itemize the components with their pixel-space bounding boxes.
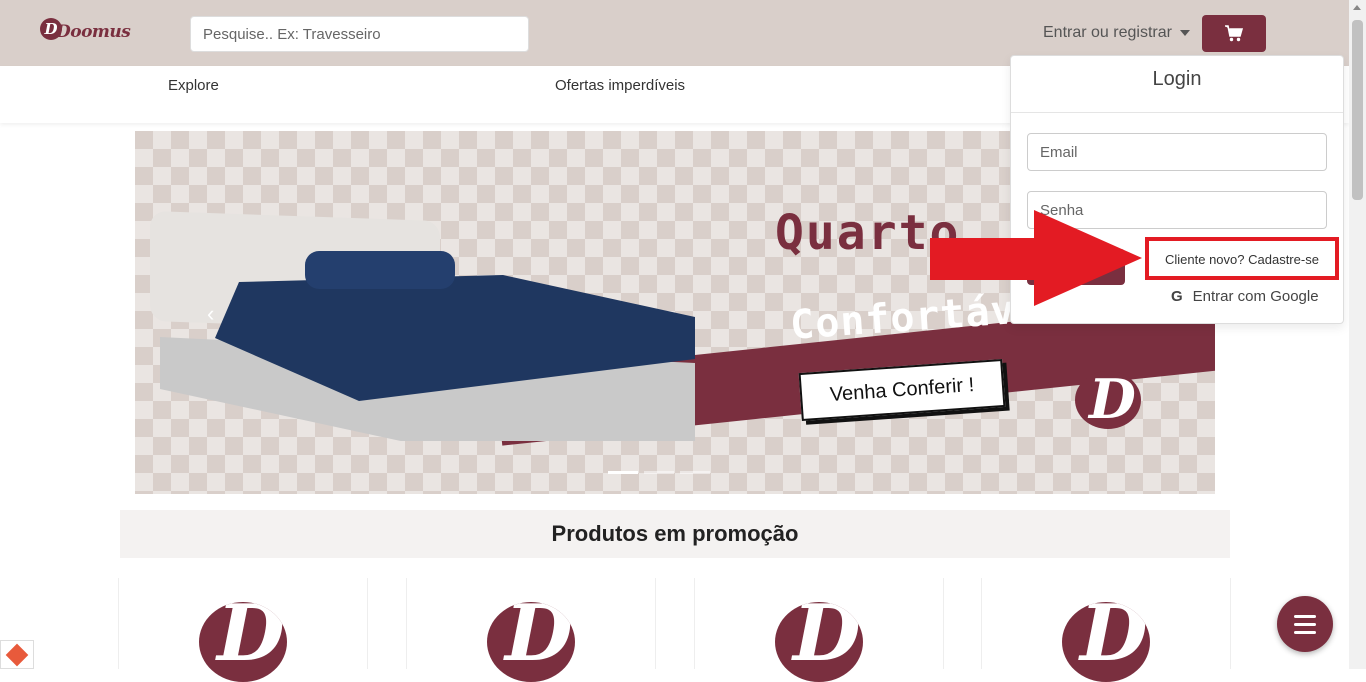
carousel-indicator[interactable] <box>608 471 638 474</box>
google-icon: G <box>1171 288 1183 305</box>
product-image: D <box>1062 602 1150 682</box>
product-card[interactable]: D <box>118 578 368 682</box>
chevron-left-icon[interactable]: ‹ <box>207 301 214 327</box>
product-card[interactable]: D <box>981 578 1231 682</box>
promo-section-title: Produtos em promoção <box>120 510 1230 558</box>
product-image: D <box>199 602 287 682</box>
scroll-up-icon[interactable] <box>1353 5 1361 10</box>
carousel-indicator[interactable] <box>680 471 710 474</box>
google-login-label: Entrar com Google <box>1192 288 1319 305</box>
menu-fab-button[interactable] <box>1277 596 1333 652</box>
product-card[interactable]: D <box>694 578 944 682</box>
product-image: D <box>487 602 575 682</box>
menu-icon <box>1294 623 1316 626</box>
logo[interactable]: D Doomus <box>40 18 131 48</box>
nav-item-ofertas[interactable]: Ofertas imperdíveis <box>555 77 685 94</box>
cart-icon <box>1225 25 1243 42</box>
carousel-indicator[interactable] <box>644 471 674 474</box>
product-image: D <box>775 602 863 682</box>
login-title: Login <box>1152 68 1202 90</box>
annotation-highlight-box <box>1145 237 1339 280</box>
menu-icon <box>1294 615 1316 618</box>
bed-image-pillow <box>305 251 455 289</box>
product-card[interactable]: D <box>406 578 656 682</box>
corner-widget[interactable] <box>0 640 34 669</box>
search-input[interactable] <box>190 16 529 52</box>
menu-icon <box>1294 631 1316 634</box>
google-login-link[interactable]: G Entrar com Google <box>1171 288 1319 305</box>
divider <box>1011 112 1343 113</box>
logo-text: Doomus <box>56 22 131 42</box>
caret-down-icon <box>1179 29 1190 36</box>
nav-item-explore[interactable]: Explore <box>168 77 219 94</box>
scrollbar[interactable] <box>1349 0 1366 669</box>
widget-icon <box>5 643 29 667</box>
cart-button[interactable] <box>1202 15 1266 52</box>
login-toggle-label: Entrar ou registrar <box>1043 24 1172 41</box>
login-register-toggle[interactable]: Entrar ou registrar <box>1043 24 1190 42</box>
email-field[interactable] <box>1027 133 1327 171</box>
scroll-thumb[interactable] <box>1352 20 1363 200</box>
annotation-arrow-icon <box>930 210 1142 306</box>
banner-logo: D <box>1075 367 1141 431</box>
carousel-indicators[interactable] <box>605 461 713 479</box>
